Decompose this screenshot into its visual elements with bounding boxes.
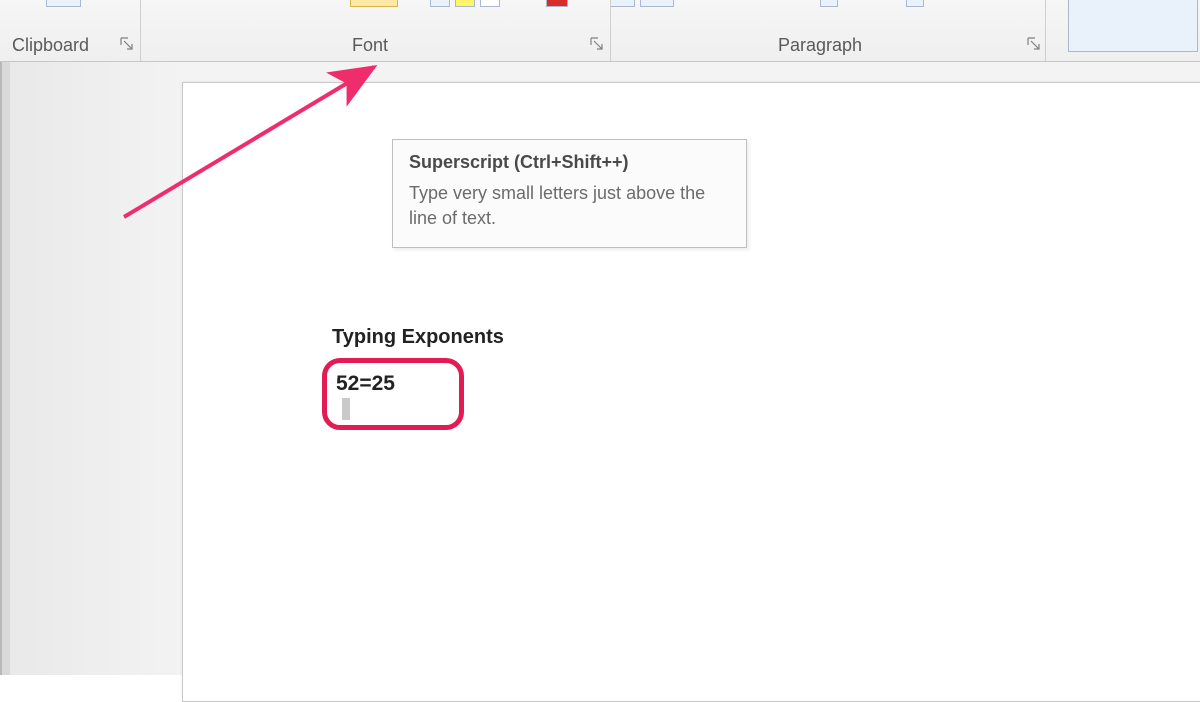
group-label-paragraph: Paragraph xyxy=(778,35,862,56)
toolbar-button-fragment[interactable] xyxy=(480,0,500,7)
toolbar-strip xyxy=(0,0,1200,10)
dialog-launcher-icon[interactable] xyxy=(1027,37,1040,50)
toolbar-button-fragment[interactable] xyxy=(820,0,838,7)
workspace: Superscript (Ctrl+Shift++) Type very sma… xyxy=(0,62,1200,675)
toolbar-button-fragment[interactable] xyxy=(610,0,635,7)
toolbar-button-fragment[interactable] xyxy=(640,0,674,7)
dialog-launcher-icon[interactable] xyxy=(120,37,133,50)
superscript-button[interactable] xyxy=(350,0,398,7)
text-cursor xyxy=(342,398,350,420)
toolbar-button-fragment[interactable] xyxy=(46,0,81,7)
highlight-color-swatch[interactable] xyxy=(455,0,475,7)
group-label-font: Font xyxy=(352,35,388,56)
document-heading: Typing Exponents xyxy=(332,326,504,349)
ribbon: Clipboard Font Paragraph xyxy=(0,0,1200,62)
group-label-clipboard: Clipboard xyxy=(12,35,89,56)
toolbar-button-fragment[interactable] xyxy=(430,0,450,7)
tooltip: Superscript (Ctrl+Shift++) Type very sma… xyxy=(392,139,747,248)
ribbon-group-labels: Clipboard Font Paragraph xyxy=(0,31,1200,56)
tooltip-title: Superscript (Ctrl+Shift++) xyxy=(409,152,730,173)
tooltip-description: Type very small letters just above the l… xyxy=(409,181,730,231)
font-color-swatch[interactable] xyxy=(546,0,568,7)
document-equation-text[interactable]: 52=25 xyxy=(336,372,395,396)
dialog-launcher-icon[interactable] xyxy=(590,37,603,50)
toolbar-button-fragment[interactable] xyxy=(906,0,924,7)
